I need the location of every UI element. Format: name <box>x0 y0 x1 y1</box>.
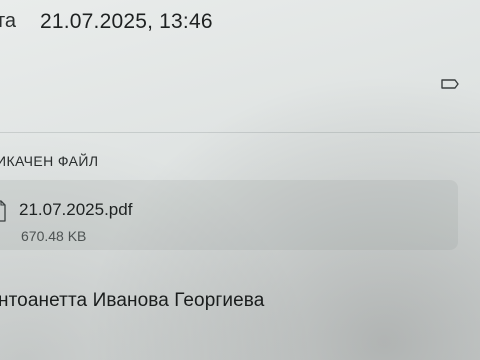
file-size: 670.48 KB <box>21 228 87 244</box>
person-name: нтоанетта Иванова Георгиева <box>0 290 265 311</box>
attachment-card[interactable]: 21.07.2025.pdf 670.48 KB <box>0 180 458 250</box>
screen: та 21.07.2025, 13:46 ИКАЧЕН ФАЙЛ 21.07.2… <box>0 0 480 360</box>
date-label: та <box>0 10 17 32</box>
uploaded-file-section-label: ИКАЧЕН ФАЙЛ <box>0 153 99 169</box>
file-name[interactable]: 21.07.2025.pdf <box>19 200 132 220</box>
ghost-text <box>10 48 18 82</box>
ghost-text <box>160 118 166 144</box>
file-icon <box>0 200 6 222</box>
ghost-text <box>220 258 224 276</box>
date-value: 21.07.2025, 13:46 <box>40 10 213 33</box>
divider <box>0 132 480 133</box>
tag-icon[interactable] <box>440 78 460 90</box>
